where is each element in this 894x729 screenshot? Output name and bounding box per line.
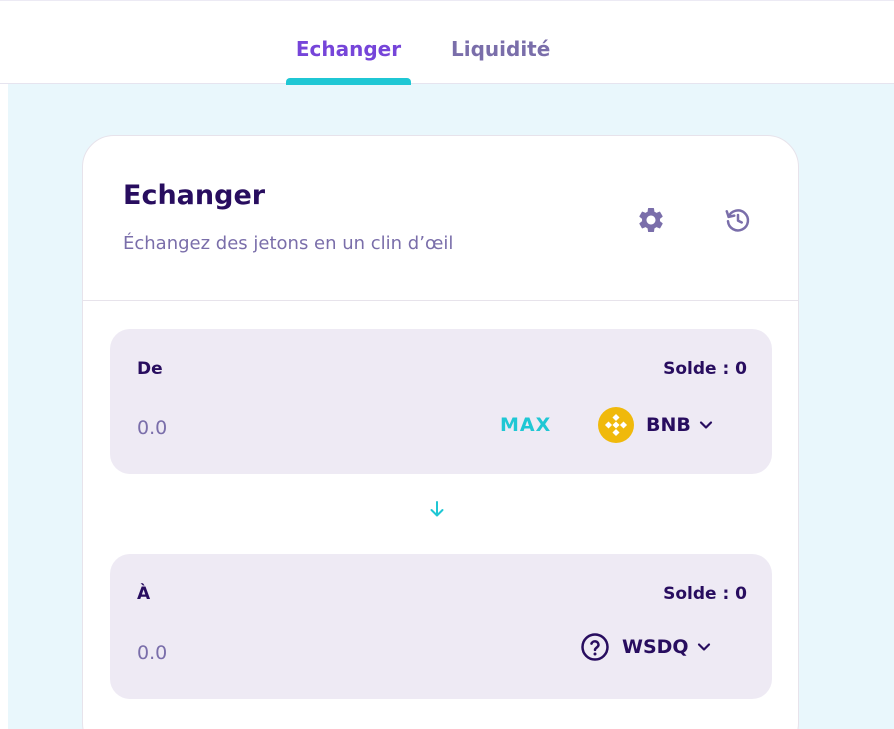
page-edge: [0, 84, 8, 729]
swap-card-header: Echanger Échangez des jetons en un clin …: [83, 136, 798, 301]
tab-swap-label: Echanger: [295, 37, 402, 61]
from-balance: Solde : 0: [663, 359, 747, 379]
history-icon: [725, 209, 750, 232]
chevron-down-icon: [699, 418, 713, 432]
to-amount-input[interactable]: [137, 642, 397, 664]
to-token-panel: À Solde : 0 WSDQ: [110, 554, 772, 699]
arrow-down-icon: [430, 501, 444, 517]
gear-icon: [639, 208, 663, 232]
to-balance: Solde : 0: [663, 584, 747, 604]
chevron-down-icon: [697, 640, 711, 654]
to-token-select[interactable]: WSDQ: [580, 632, 711, 662]
from-token-panel: De Solde : 0 MAX BNB: [110, 329, 772, 474]
to-token-symbol: WSDQ: [622, 636, 689, 658]
nav-tabs: Echanger Liquidité: [286, 1, 550, 85]
tab-liquidity[interactable]: Liquidité: [451, 1, 550, 85]
card-title: Echanger: [123, 180, 266, 211]
from-label: De: [137, 359, 163, 379]
card-subtitle: Échangez des jetons en un clin d’œil: [123, 233, 454, 254]
from-amount-input[interactable]: [137, 417, 397, 439]
swap-card: Echanger Échangez des jetons en un clin …: [82, 135, 799, 729]
max-button[interactable]: MAX: [500, 414, 551, 436]
from-token-symbol: BNB: [646, 414, 691, 436]
question-circle-icon: [581, 633, 609, 661]
top-nav: Echanger Liquidité: [0, 0, 894, 85]
bnb-logo-icon: [598, 407, 634, 443]
tab-swap[interactable]: Echanger: [286, 1, 411, 85]
to-label: À: [137, 584, 151, 604]
settings-button[interactable]: [631, 200, 671, 240]
history-button[interactable]: [718, 200, 758, 240]
from-token-select[interactable]: BNB: [598, 407, 713, 443]
active-tab-indicator: [286, 78, 411, 85]
tab-liquidity-label: Liquidité: [451, 37, 551, 61]
switch-direction-button[interactable]: [426, 498, 448, 520]
